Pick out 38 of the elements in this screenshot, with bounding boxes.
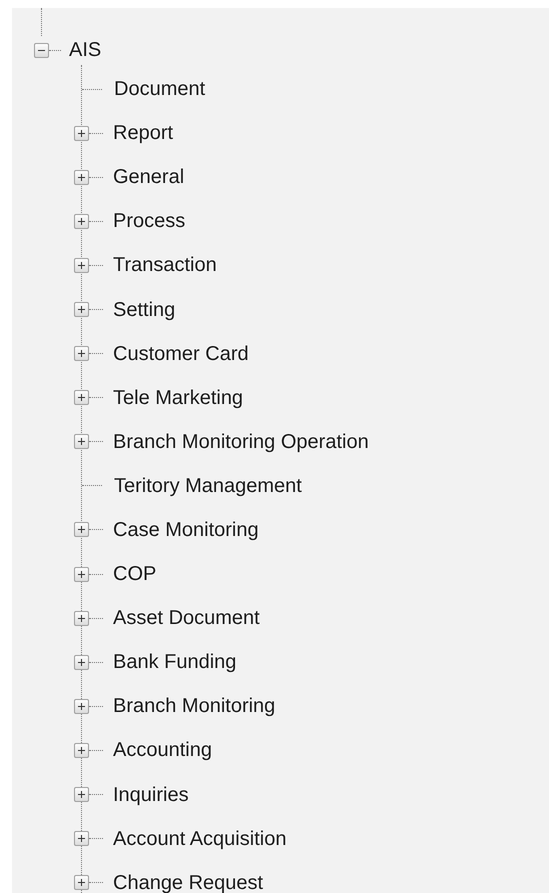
tree-item[interactable]: AIS xyxy=(69,38,102,62)
expand-toggle-icon[interactable] xyxy=(74,610,89,626)
tree-item[interactable]: Accounting xyxy=(113,738,212,762)
expand-toggle-icon[interactable] xyxy=(74,214,89,229)
tree-item[interactable]: Change Request xyxy=(113,870,264,893)
expand-toggle-icon[interactable] xyxy=(74,522,89,538)
tree-item[interactable]: Setting xyxy=(113,298,176,322)
tree-item[interactable]: Customer Card xyxy=(113,342,249,366)
tree-item[interactable]: Document xyxy=(114,77,206,102)
tree-item[interactable]: Account Acquisition xyxy=(113,826,286,851)
expand-toggle-icon[interactable] xyxy=(74,302,89,318)
tree-item[interactable]: Branch Monitoring Operation xyxy=(113,430,369,454)
expand-toggle-icon[interactable] xyxy=(74,346,89,362)
expand-toggle-icon[interactable] xyxy=(74,566,89,582)
expand-toggle-icon[interactable] xyxy=(74,390,89,406)
tree-item[interactable]: COP xyxy=(113,562,156,586)
tree-item[interactable]: Transaction xyxy=(113,253,217,278)
expand-toggle-icon[interactable] xyxy=(74,742,89,758)
expand-toggle-icon[interactable] xyxy=(74,787,89,802)
collapse-toggle-icon[interactable] xyxy=(34,42,49,58)
tree-item[interactable]: Report xyxy=(113,121,174,146)
tree-item[interactable]: Bank Funding xyxy=(113,650,236,674)
tree-item[interactable]: Case Monitoring xyxy=(113,518,259,542)
expand-toggle-icon[interactable] xyxy=(74,831,89,846)
tree-item[interactable]: General xyxy=(113,165,184,190)
tree-item[interactable]: Teritory Management xyxy=(114,474,302,498)
expand-toggle-icon[interactable] xyxy=(74,126,89,141)
expand-toggle-icon[interactable] xyxy=(74,875,89,890)
tree-item[interactable]: Asset Document xyxy=(113,606,260,630)
tree-item[interactable]: Branch Monitoring xyxy=(113,694,276,718)
tree-item[interactable]: Inquiries xyxy=(113,782,189,807)
tree-item[interactable]: Tele Marketing xyxy=(113,386,244,410)
expand-toggle-icon[interactable] xyxy=(74,654,89,670)
expand-toggle-icon[interactable] xyxy=(74,698,89,714)
expand-toggle-icon[interactable] xyxy=(74,434,89,450)
tree-item[interactable]: Process xyxy=(113,209,186,234)
expand-toggle-icon[interactable] xyxy=(74,170,89,185)
expand-toggle-icon[interactable] xyxy=(74,258,89,273)
